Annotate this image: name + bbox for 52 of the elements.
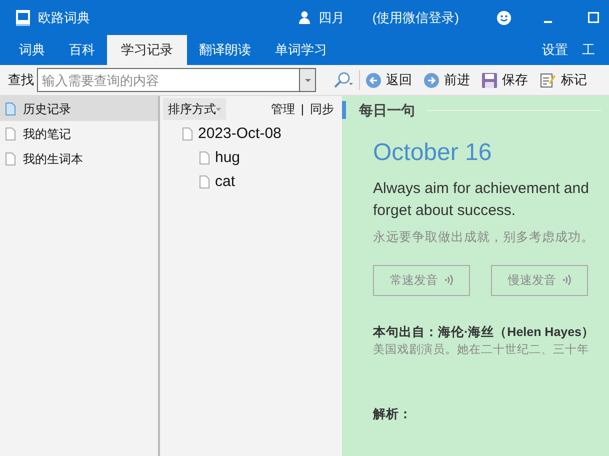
caret-icon <box>304 78 310 82</box>
document-icon <box>199 151 210 165</box>
document-icon <box>5 126 16 140</box>
dropdown-button[interactable] <box>299 68 316 92</box>
sound-icon <box>563 274 571 286</box>
maximize-icon[interactable] <box>588 12 599 23</box>
smiley-icon[interactable] <box>497 10 511 24</box>
caret-icon <box>216 108 221 110</box>
sort-button[interactable]: 排序方式 <box>163 98 226 120</box>
tab[interactable]: 翻译朗读 <box>189 35 261 65</box>
document-icon <box>182 127 193 141</box>
menu-tab[interactable]: 设置 <box>542 35 568 65</box>
toolbar-button[interactable]: 返回 <box>366 70 412 90</box>
sound-icon <box>445 274 453 286</box>
tree-item[interactable]: hug <box>160 146 342 170</box>
minimize-icon[interactable] <box>544 20 552 22</box>
window-title: 欧路词典 <box>38 8 90 27</box>
heading-marker <box>342 101 346 119</box>
sidebar-item[interactable]: 历史记录 <box>0 96 158 121</box>
app-logo-icon <box>16 10 30 26</box>
tab[interactable]: 单词学习 <box>265 35 337 65</box>
search-icon[interactable] <box>334 72 353 88</box>
sync-link[interactable]: 同步 <box>310 100 334 118</box>
daily-date: October 16 <box>373 138 493 168</box>
document-icon <box>5 152 16 166</box>
document-icon <box>5 102 16 116</box>
separator: | <box>300 101 304 118</box>
daily-sentence: Always aim for achievement and forget about success. <box>373 179 590 221</box>
analysis-label: 解析： <box>373 406 413 423</box>
notepad-pencil-icon <box>540 72 556 88</box>
tab[interactable]: 词典 <box>9 35 55 65</box>
tab[interactable]: 学习记录 <box>107 35 187 65</box>
sidebar-item[interactable]: 我的笔记 <box>0 121 158 146</box>
user-name[interactable]: 四月 <box>318 8 344 28</box>
search-label: 查找 <box>8 71 34 90</box>
search-field[interactable]: 输入需要查询的内容 <box>37 68 299 92</box>
tree-item[interactable]: cat <box>160 170 342 194</box>
source-bio: 美国戏剧演员。她在二十世纪二、三十年 <box>373 342 589 358</box>
source-label: 本句出自：海伦·海丝（Helen Hayes） <box>373 324 596 341</box>
tab[interactable]: 百科 <box>59 35 105 65</box>
toolbar-button[interactable]: 保存 <box>482 70 528 90</box>
user-icon <box>299 11 310 24</box>
sentence-translation: 永远要争取做出成就，别多考虑成功。 <box>373 229 595 246</box>
tree-item[interactable]: 2023-Oct-08 <box>160 122 342 146</box>
document-icon <box>199 175 210 189</box>
sidebar-item[interactable]: 我的生词本 <box>0 146 158 171</box>
manage-link[interactable]: 管理 <box>270 100 295 118</box>
section-heading: 每日一句 <box>359 100 415 120</box>
toolbar-button[interactable]: 前进 <box>424 70 470 90</box>
login-link[interactable]: (使用微信登录) <box>372 8 459 28</box>
menu-tab[interactable]: 工 <box>582 35 595 65</box>
toolbar-button[interactable]: 标记 <box>540 70 587 90</box>
